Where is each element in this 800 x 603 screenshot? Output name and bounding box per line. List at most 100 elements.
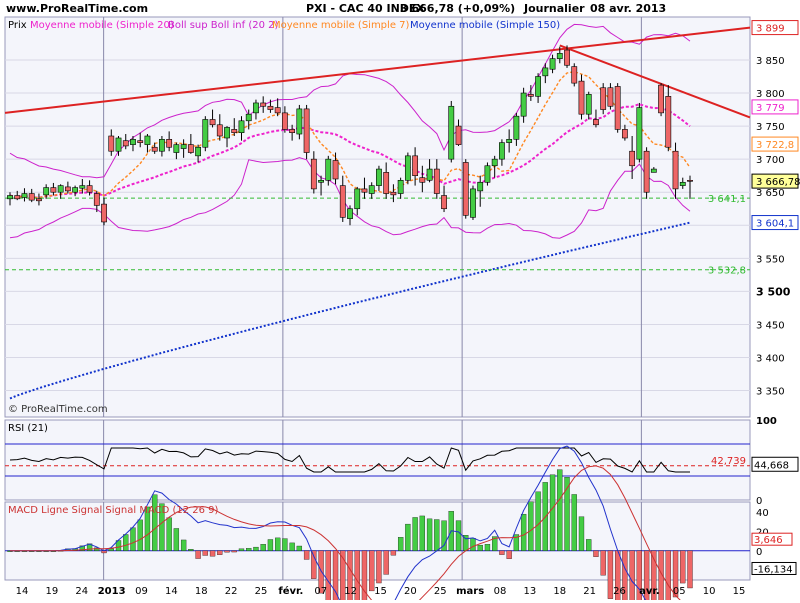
candle-body bbox=[101, 203, 107, 223]
legend-ma7: Moyenne mobile (Simple 7) bbox=[272, 20, 410, 31]
macd-hist-bar bbox=[123, 534, 129, 551]
candle-body bbox=[607, 87, 614, 107]
x-tick-label: 25 bbox=[255, 586, 268, 597]
x-tick-label: 18 bbox=[195, 586, 208, 597]
x-tick-label: 05 bbox=[673, 586, 686, 597]
candle-body bbox=[21, 193, 28, 198]
candle-body bbox=[513, 115, 520, 140]
x-tick-label: 07 bbox=[314, 586, 327, 597]
price-tag-label: 3 722,8 bbox=[756, 140, 794, 151]
macd-hist-bar bbox=[217, 550, 223, 555]
support-label: 3 641,1 bbox=[708, 194, 746, 205]
candle-body bbox=[549, 58, 556, 70]
candle-body bbox=[687, 180, 693, 182]
macd-hist-bar bbox=[470, 538, 476, 551]
candle-body bbox=[643, 150, 650, 193]
macd-hist-bar bbox=[253, 546, 259, 551]
macd-hist-bar bbox=[578, 516, 585, 551]
candle-body bbox=[108, 135, 115, 152]
candle-body bbox=[404, 155, 411, 181]
macd-hist-bar bbox=[267, 539, 274, 551]
rsi-value-label: 44,668 bbox=[754, 460, 789, 471]
candle-body bbox=[144, 135, 151, 145]
candle-body bbox=[14, 195, 21, 200]
y-tick-label: 3 450 bbox=[756, 320, 785, 331]
macd-hist-bar bbox=[405, 523, 411, 551]
macd-hist-bar bbox=[571, 494, 577, 551]
candle-body bbox=[195, 146, 201, 157]
x-tick-label: 14 bbox=[16, 586, 29, 597]
macd-hist-bar bbox=[600, 550, 606, 576]
price-tag-label: 3 899 bbox=[756, 24, 785, 35]
macd-hist-bar bbox=[303, 550, 310, 560]
x-tick-label: 20 bbox=[404, 586, 417, 597]
macd-hist-bar bbox=[397, 537, 404, 551]
legend-boll: Boll sup Boll inf (20 2) bbox=[168, 20, 278, 31]
chart-root: www.ProRealTime.com PXI - CAC 40 INDEX 3… bbox=[0, 0, 800, 603]
x-tick-label: mars bbox=[456, 586, 484, 597]
rsi-tick-label: 0 bbox=[756, 496, 762, 507]
macd-hist-bar bbox=[383, 550, 389, 575]
rsi-level-label: 42,739 bbox=[711, 456, 746, 467]
period-label: Journalier bbox=[523, 2, 585, 15]
candle-body bbox=[419, 177, 426, 183]
macd-hist-bar bbox=[224, 550, 230, 553]
macd-hist-bar bbox=[260, 544, 266, 551]
last-price: 3 666,78 (+0,09%) bbox=[400, 2, 515, 15]
candle-body bbox=[629, 150, 636, 167]
candle-body bbox=[527, 94, 534, 97]
x-tick-label: 15 bbox=[733, 586, 746, 597]
site-name[interactable]: www.ProRealTime.com bbox=[6, 2, 148, 15]
candle-body bbox=[231, 129, 238, 134]
hist-value-label: -16,134 bbox=[754, 564, 793, 575]
candle-body bbox=[448, 105, 455, 160]
candle-body bbox=[491, 158, 498, 167]
candle-body bbox=[426, 168, 433, 181]
macd-value-label: 3,646 bbox=[754, 535, 783, 546]
watermark: © ProRealTime.com bbox=[8, 404, 108, 415]
chart-svg: www.ProRealTime.com PXI - CAC 40 INDEX 3… bbox=[4, 2, 800, 603]
candle-body bbox=[79, 185, 86, 189]
price-tag-label: 3 666,78 bbox=[756, 177, 800, 188]
y-tick-label: 3 750 bbox=[756, 122, 785, 133]
x-tick-label: 22 bbox=[225, 586, 238, 597]
macd-hist-bar bbox=[687, 550, 693, 589]
candle-body bbox=[650, 168, 657, 173]
candle-body bbox=[506, 139, 513, 143]
candle-body bbox=[130, 139, 136, 145]
candle-body bbox=[585, 94, 592, 115]
y-tick-label: 3 550 bbox=[756, 254, 785, 265]
macd-hist-bar bbox=[434, 519, 440, 551]
rsi-panel[interactable] bbox=[4, 419, 751, 501]
candle-body bbox=[564, 49, 570, 66]
macd-hist-bar bbox=[152, 494, 158, 551]
candle-body bbox=[397, 180, 404, 194]
macd-hist-bar bbox=[180, 539, 187, 551]
candle-body bbox=[542, 67, 549, 77]
macd-hist-bar bbox=[311, 550, 317, 579]
candle-body bbox=[36, 198, 42, 202]
x-tick-label: févr. bbox=[278, 585, 303, 597]
macd-hist-bar bbox=[188, 549, 194, 551]
legend-prix: Prix bbox=[8, 20, 27, 31]
candle-body bbox=[260, 102, 267, 107]
candle-body bbox=[470, 188, 476, 218]
candle-body bbox=[180, 144, 187, 149]
candle-body bbox=[202, 119, 209, 148]
macd-hist-bar bbox=[282, 538, 288, 551]
x-tick-label: 08 bbox=[494, 586, 507, 597]
candle-body bbox=[253, 102, 259, 114]
candle-body bbox=[658, 84, 664, 114]
macd-hist-bar bbox=[390, 550, 397, 556]
candle-body bbox=[499, 142, 505, 160]
candle-body bbox=[361, 188, 368, 193]
y-tick-label: 3 650 bbox=[756, 188, 785, 199]
candle-body bbox=[318, 180, 324, 183]
price-tag-label: 3 604,1 bbox=[756, 219, 794, 230]
macd-hist-bar bbox=[426, 518, 433, 551]
macd-hist-bar bbox=[238, 548, 245, 551]
macd-hist-bar bbox=[130, 527, 136, 551]
x-tick-label: 09 bbox=[135, 586, 148, 597]
macd-hist-bar bbox=[376, 550, 382, 584]
candle-body bbox=[441, 195, 447, 210]
